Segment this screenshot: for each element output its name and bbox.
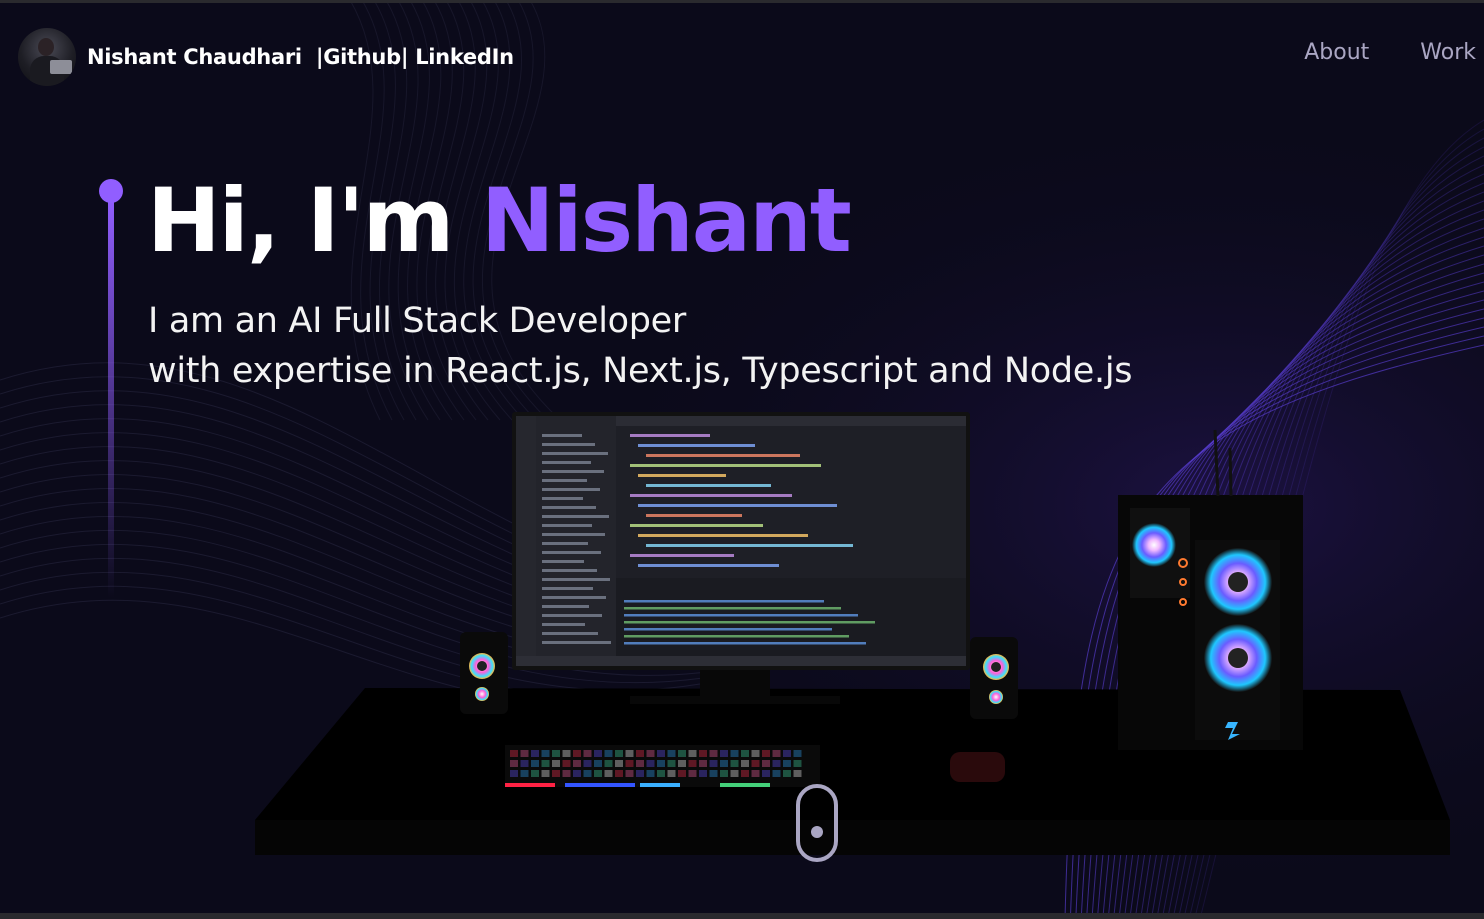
desk-setup-3d-canvas[interactable]	[250, 400, 1484, 870]
brand-name: Nishant Chaudhari	[87, 45, 302, 69]
navbar: Nishant Chaudhari |Github| LinkedIn Abou…	[0, 0, 1484, 112]
hero-subtitle-line2: with expertise in React.js, Next.js, Typ…	[148, 351, 1133, 391]
brand-text: Nishant Chaudhari |Github| LinkedIn	[87, 45, 514, 69]
nav-link-work[interactable]: Work	[1420, 40, 1476, 65]
nav-link-about[interactable]: About	[1304, 40, 1369, 65]
linkedin-link[interactable]: LinkedIn	[415, 45, 514, 69]
right-speaker	[970, 637, 1018, 719]
mouse-scroll-icon[interactable]	[796, 784, 840, 864]
logo-link[interactable]: Nishant Chaudhari |Github| LinkedIn	[18, 28, 514, 86]
left-speaker	[460, 632, 508, 714]
monitor	[512, 412, 970, 704]
avatar	[18, 28, 76, 86]
hero-name: Nishant	[480, 169, 852, 272]
bottom-border	[0, 913, 1484, 919]
hero-subtitle-line1: I am an AI Full Stack Developer	[148, 301, 686, 341]
hero-greeting: Hi, I'm	[147, 169, 481, 272]
hero-subtitle: I am an AI Full Stack Developer with expe…	[148, 296, 1132, 396]
hero-title: Hi, I'm Nishant	[147, 166, 852, 276]
pc-tower	[1118, 429, 1303, 750]
nav-links: About Work	[1304, 40, 1476, 65]
hero-decoration-line	[99, 179, 123, 598]
github-link[interactable]: Github	[323, 45, 401, 69]
